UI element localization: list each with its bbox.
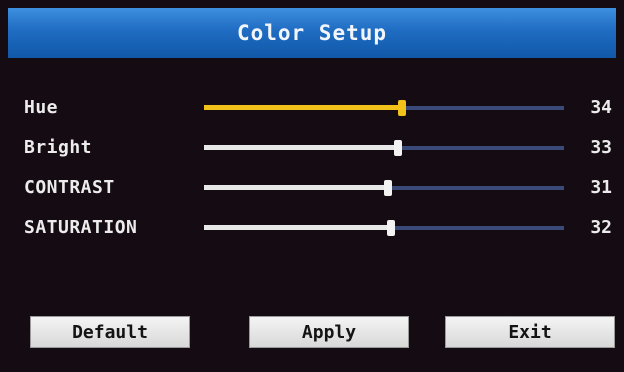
slider-thumb[interactable] bbox=[387, 220, 396, 236]
setting-value: 34 bbox=[590, 97, 612, 118]
setting-label: Hue bbox=[24, 97, 59, 118]
default-button[interactable]: Default bbox=[30, 316, 190, 348]
window-title: Color Setup bbox=[236, 21, 388, 45]
title-bar: Color Setup bbox=[8, 8, 616, 58]
bright-slider[interactable] bbox=[204, 140, 564, 156]
color-setup-screen: Color Setup Hue 34 Bright 33 CONTRAST 31… bbox=[0, 0, 624, 372]
setting-label: CONTRAST bbox=[24, 177, 115, 198]
contrast-slider[interactable] bbox=[204, 180, 564, 196]
setting-value: 31 bbox=[590, 177, 612, 198]
slider-fill bbox=[204, 185, 388, 190]
slider-thumb[interactable] bbox=[398, 100, 406, 116]
slider-fill bbox=[204, 145, 399, 150]
setting-row-bright: Bright 33 bbox=[24, 132, 616, 164]
setting-value: 32 bbox=[590, 217, 612, 238]
setting-row-hue: Hue 34 bbox=[24, 92, 616, 124]
setting-row-saturation: SATURATION 32 bbox=[24, 212, 616, 244]
setting-value: 33 bbox=[590, 137, 612, 158]
apply-button[interactable]: Apply bbox=[249, 316, 409, 348]
exit-button[interactable]: Exit bbox=[445, 316, 615, 348]
hue-slider[interactable] bbox=[204, 100, 564, 116]
saturation-slider[interactable] bbox=[204, 220, 564, 236]
setting-label: SATURATION bbox=[24, 217, 138, 238]
slider-thumb[interactable] bbox=[383, 180, 392, 196]
slider-fill bbox=[204, 225, 392, 230]
setting-row-contrast: CONTRAST 31 bbox=[24, 172, 616, 204]
slider-thumb[interactable] bbox=[394, 140, 403, 156]
slider-fill bbox=[204, 105, 402, 110]
setting-label: Bright bbox=[24, 137, 93, 158]
